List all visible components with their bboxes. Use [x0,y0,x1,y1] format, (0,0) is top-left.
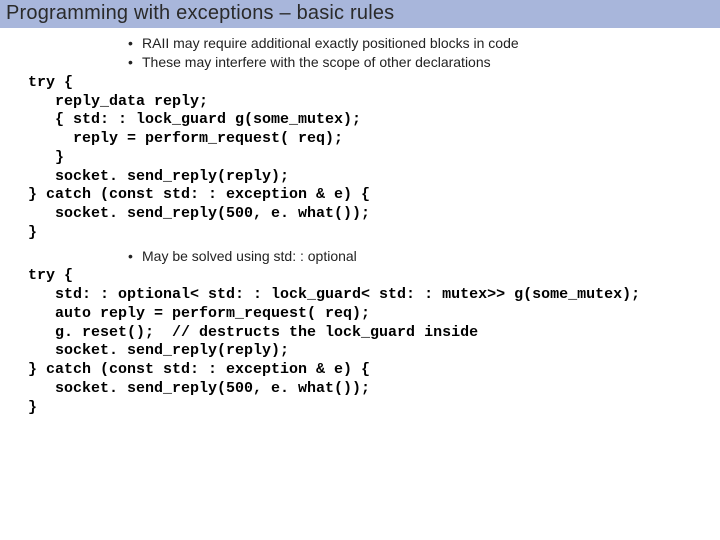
slide-title: Programming with exceptions – basic rule… [0,0,720,28]
code-block-1: try { reply_data reply; { std: : lock_gu… [28,74,710,243]
list-item: RAII may require additional exactly posi… [128,34,710,53]
slide-body: RAII may require additional exactly posi… [0,28,720,417]
bullet-list-1: RAII may require additional exactly posi… [28,34,710,72]
slide: Programming with exceptions – basic rule… [0,0,720,540]
code-block-2: try { std: : optional< std: : lock_guard… [28,267,710,417]
list-item: These may interfere with the scope of ot… [128,53,710,72]
bullet-list-2: May be solved using std: : optional [28,247,710,266]
list-item: May be solved using std: : optional [128,247,710,266]
